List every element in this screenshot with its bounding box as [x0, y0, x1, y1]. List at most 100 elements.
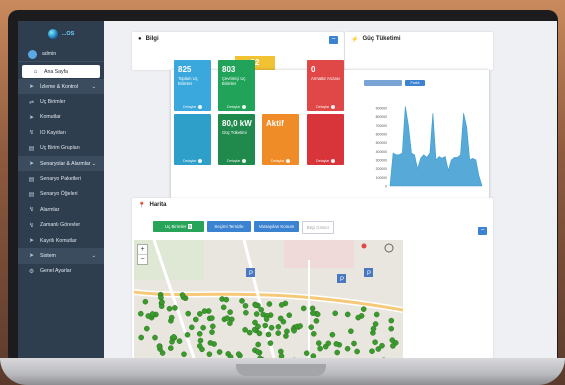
sidebar-item-2[interactable]: ⇌ Uç Birimler [18, 94, 104, 109]
map-marker[interactable] [372, 321, 379, 327]
sidebar-item-4[interactable]: ↯ IO Kayıtları [18, 125, 104, 140]
map-marker[interactable] [201, 308, 208, 314]
map-view[interactable]: P P P + − [134, 240, 403, 358]
tile-details-link[interactable]: Detaylar [271, 159, 291, 163]
bilgi-collapse-button[interactable]: − [329, 36, 338, 44]
map-marker[interactable] [252, 302, 259, 308]
map-nodes-button[interactable]: Uç Birimler 9 [153, 221, 204, 232]
tile-details-link[interactable]: Detaylar [227, 105, 247, 109]
user-panel[interactable]: admin [18, 47, 104, 62]
map-marker[interactable] [193, 316, 199, 323]
map-marker[interactable] [246, 329, 253, 336]
map-marker[interactable] [360, 306, 367, 312]
map-marker[interactable] [325, 340, 332, 347]
map-marker[interactable] [275, 330, 281, 336]
map-marker[interactable] [156, 343, 163, 350]
map-marker[interactable] [242, 303, 249, 309]
map-marker[interactable] [303, 350, 310, 356]
zoom-out-button[interactable]: − [138, 254, 147, 264]
map-marker[interactable] [216, 349, 223, 355]
map-marker[interactable] [344, 311, 351, 318]
map-marker[interactable] [332, 310, 338, 317]
map-marker[interactable] [185, 310, 192, 317]
map-marker[interactable] [243, 309, 249, 316]
map-marker[interactable] [263, 316, 270, 322]
map-marker[interactable] [256, 330, 263, 337]
sidebar-item-6[interactable]: ➤ Senaryolar & Alarmlar ⌄ [18, 155, 104, 172]
sidebar-item-10[interactable]: ↯ Zamanlı Görevler [18, 218, 104, 233]
map-marker[interactable] [284, 328, 290, 335]
map-marker[interactable] [317, 345, 323, 352]
map-marker[interactable] [277, 315, 284, 322]
stat-tile-4[interactable]: 80,0 kW Güç Tüketimi Detaylar [218, 114, 255, 165]
map-marker[interactable] [210, 323, 216, 330]
tile-details-link[interactable]: Detaylar [183, 105, 203, 109]
map-marker[interactable] [152, 334, 158, 341]
map-marker[interactable] [268, 324, 275, 331]
map-marker[interactable] [159, 299, 165, 305]
map-marker[interactable] [314, 311, 321, 318]
sidebar-item-13[interactable]: ⚙ Genel Ayarlar [18, 264, 104, 279]
zoom-in-button[interactable]: + [138, 245, 147, 254]
map-marker[interactable] [189, 324, 195, 331]
map-marker[interactable] [227, 320, 233, 326]
map-marker[interactable] [278, 302, 285, 308]
map-marker[interactable] [334, 349, 340, 356]
sidebar-item-3[interactable]: ➤ Komutlar [18, 110, 104, 125]
sidebar-item-8[interactable]: ▤ Senaryo Öğeleri [18, 187, 104, 202]
tile-details-link[interactable]: Detaylar [227, 159, 247, 163]
map-marker[interactable] [267, 340, 274, 346]
tile-details-link[interactable]: Detaylar [316, 105, 336, 109]
map-marker[interactable] [207, 340, 214, 346]
map-marker[interactable] [179, 292, 186, 298]
sidebar-item-9[interactable]: ↯ Alarmlar [18, 202, 104, 217]
stat-tile-1[interactable]: 803 Çevrimiçi Uç Birimler Detaylar [218, 60, 255, 111]
map-marker[interactable] [196, 343, 203, 349]
map-marker[interactable] [310, 331, 317, 337]
map-marker[interactable] [344, 345, 351, 352]
map-marker[interactable] [390, 343, 396, 349]
map-marker[interactable] [329, 331, 336, 338]
map-marker[interactable] [138, 310, 144, 317]
map-marker[interactable] [197, 311, 203, 317]
map-marker[interactable] [277, 348, 284, 355]
map-marker[interactable] [149, 311, 156, 317]
map-marker[interactable] [200, 324, 206, 331]
map-marker[interactable] [373, 311, 380, 318]
map-marker[interactable] [348, 328, 354, 334]
stat-tile-0[interactable]: 825 Toplam Uç Birimler Detaylar [174, 60, 211, 111]
map-marker[interactable] [197, 337, 204, 344]
map-marker[interactable] [181, 351, 187, 357]
map-marker[interactable] [209, 315, 215, 321]
map-marker[interactable] [209, 329, 215, 335]
harita-collapse-button[interactable]: − [478, 227, 487, 235]
map-marker[interactable] [253, 311, 260, 317]
tile-details-link[interactable]: Detaylar [183, 159, 203, 163]
map-marker[interactable] [379, 342, 385, 349]
map-marker[interactable] [308, 324, 314, 330]
map-marker[interactable] [138, 334, 144, 341]
map-marker[interactable] [255, 341, 261, 348]
map-marker[interactable] [369, 348, 375, 354]
map-marker[interactable] [372, 339, 378, 345]
map-marker[interactable] [283, 333, 289, 339]
map-marker[interactable] [286, 312, 293, 318]
map-marker[interactable] [300, 305, 307, 312]
map-marker[interactable] [235, 351, 242, 357]
brand[interactable]: ...OS [18, 21, 104, 47]
stat-tile-2[interactable]: 0 Armatür Arızası Detaylar [307, 60, 344, 111]
map-marker[interactable] [172, 305, 178, 311]
map-marker[interactable] [310, 310, 316, 316]
map-marker[interactable] [168, 345, 174, 351]
sidebar-item-7[interactable]: ▤ Senaryo Paketleri [18, 171, 104, 186]
map-marker[interactable] [388, 317, 395, 324]
map-marker[interactable] [333, 341, 340, 347]
map-marker[interactable] [144, 325, 150, 332]
map-marker[interactable] [315, 340, 322, 346]
map-marker[interactable] [171, 334, 177, 340]
sidebar-item-1[interactable]: ➤ İzleme & Kontrol ⌄ [18, 79, 104, 95]
map-marker[interactable] [388, 325, 395, 332]
map-marker[interactable] [239, 298, 245, 304]
stat-tile-3[interactable]: Detaylar [174, 114, 211, 165]
map-marker[interactable] [266, 301, 273, 307]
